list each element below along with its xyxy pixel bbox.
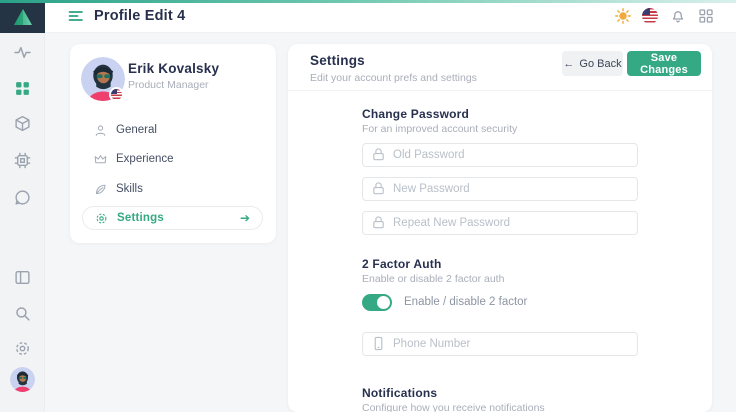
- nav-item-settings[interactable]: Settings ➔: [82, 206, 263, 230]
- nav-item-label: Settings: [117, 212, 164, 224]
- new-password-field: [362, 177, 638, 201]
- save-changes-button[interactable]: Save Changes: [627, 51, 701, 76]
- repeat-password-field: [362, 211, 638, 235]
- profile-role: Product Manager: [128, 79, 209, 91]
- save-changes-label: Save Changes: [627, 52, 701, 76]
- avatar-flag-badge: [109, 87, 124, 102]
- activity-icon[interactable]: [14, 44, 31, 61]
- two-factor-toggle-label: Enable / disable 2 factor: [404, 296, 527, 308]
- panel-title: Settings: [310, 53, 365, 68]
- settings-panel: Settings Edit your account prefs and set…: [288, 44, 712, 412]
- nav-item-label: Experience: [116, 153, 174, 165]
- app-logo[interactable]: [0, 0, 45, 33]
- app-window: Profile Edit 4 Erik Kovalsky Product Man…: [0, 0, 736, 412]
- panel-divider: [288, 90, 712, 91]
- chat-icon[interactable]: [14, 189, 31, 206]
- nav-item-label: Skills: [116, 183, 143, 195]
- arrow-left-icon: ←: [563, 58, 574, 70]
- grid-icon[interactable]: [14, 80, 31, 97]
- crown-icon: [94, 153, 107, 166]
- nav-item-skills[interactable]: Skills: [94, 179, 143, 199]
- notifications-bell-icon[interactable]: [669, 8, 686, 25]
- header-actions: [614, 8, 714, 25]
- nav-item-label: General: [116, 124, 157, 136]
- gear-icon: [95, 212, 108, 225]
- cube-icon[interactable]: [14, 115, 31, 132]
- repeat-password-input[interactable]: [362, 211, 638, 235]
- avatar-image: [10, 367, 35, 392]
- settings-form: Change Password For an improved account …: [362, 107, 638, 412]
- new-password-input[interactable]: [362, 177, 638, 201]
- top-accent-bar: [0, 0, 736, 3]
- search-icon[interactable]: [14, 305, 31, 322]
- toggle-knob: [377, 296, 390, 309]
- feather-icon: [94, 183, 107, 196]
- old-password-input[interactable]: [362, 143, 638, 167]
- sidebar-user-avatar[interactable]: [10, 367, 35, 392]
- language-flag-us-icon[interactable]: [642, 8, 658, 24]
- go-back-label: Go Back: [579, 58, 621, 70]
- cpu-icon[interactable]: [14, 152, 31, 169]
- apps-grid-icon[interactable]: [697, 8, 714, 25]
- section-subtitle-change-password: For an improved account security: [362, 123, 638, 135]
- layout-icon[interactable]: [14, 269, 31, 286]
- gear-icon[interactable]: [14, 340, 31, 357]
- phone-number-field: [362, 332, 638, 356]
- top-header: Profile Edit 4: [45, 0, 736, 33]
- section-subtitle-two-factor: Enable or disable 2 factor auth: [362, 273, 638, 285]
- menu-hamburger-icon[interactable]: [68, 8, 84, 24]
- profile-card: Erik Kovalsky Product Manager General Ex…: [70, 44, 276, 243]
- old-password-field: [362, 143, 638, 167]
- section-subtitle-notifications: Configure how you receive notifications: [362, 402, 638, 412]
- go-back-button[interactable]: ← Go Back: [562, 51, 623, 76]
- phone-number-input[interactable]: [362, 332, 638, 356]
- user-icon: [94, 124, 107, 137]
- profile-name: Erik Kovalsky: [128, 61, 219, 76]
- page-title: Profile Edit 4: [94, 8, 185, 24]
- sidebar: [0, 0, 45, 412]
- section-title-two-factor: 2 Factor Auth: [362, 257, 638, 271]
- section-title-notifications: Notifications: [362, 386, 638, 400]
- two-factor-toggle-row: Enable / disable 2 factor: [362, 293, 638, 311]
- two-factor-toggle[interactable]: [362, 294, 392, 311]
- theme-sun-icon[interactable]: [614, 8, 631, 25]
- triangle-logo-icon: [13, 8, 33, 26]
- nav-item-general[interactable]: General: [94, 120, 157, 140]
- section-title-change-password: Change Password: [362, 107, 638, 121]
- panel-subtitle: Edit your account prefs and settings: [310, 72, 477, 84]
- nav-item-experience[interactable]: Experience: [94, 149, 174, 169]
- arrow-right-icon: ➔: [240, 211, 250, 225]
